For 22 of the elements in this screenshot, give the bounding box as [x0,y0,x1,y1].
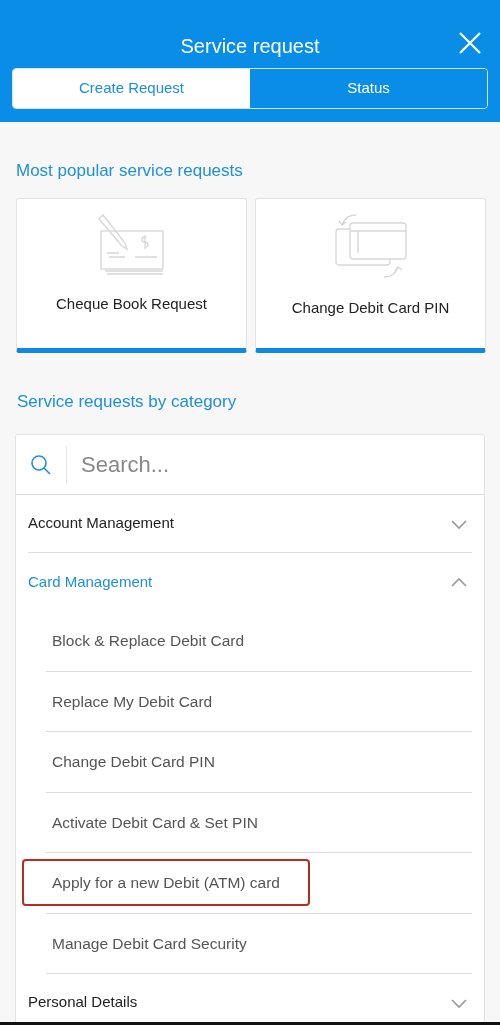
category-item[interactable]: Account Management [28,512,174,535]
request-card[interactable]: Cheque Book Request [16,197,247,353]
request-card[interactable]: Change Debit Card PIN [255,197,486,353]
section-title: Service requests by category [16,390,238,413]
subcategory-item[interactable]: Block & Replace Debit Card [46,629,245,653]
search-icon [30,453,52,476]
subcategory-item[interactable]: Replace My Debit Card [46,689,213,713]
search-field[interactable]: Search... [79,447,484,482]
chevron-down-icon[interactable] [450,517,468,530]
card-swap-icon [333,212,408,279]
category-item[interactable]: Personal Details [28,991,138,1014]
subcategory-item[interactable]: Apply for a new Debit (ATM) card [24,861,308,905]
subcategory-item[interactable]: Manage Debit Card Security [46,931,247,955]
tab[interactable]: Create Request [13,69,250,108]
section-title: Most popular service requests [15,160,244,182]
chevron-up-icon[interactable] [450,576,468,588]
close-icon[interactable] [458,31,482,55]
subcategory-item[interactable]: Change Debit Card PIN [46,750,215,774]
subcategory-item[interactable]: Activate Debit Card & Set PIN [46,810,258,834]
header-title: Service request [179,34,321,59]
chevron-down-icon[interactable] [450,996,468,1009]
category-item[interactable]: Card Management [28,570,153,594]
